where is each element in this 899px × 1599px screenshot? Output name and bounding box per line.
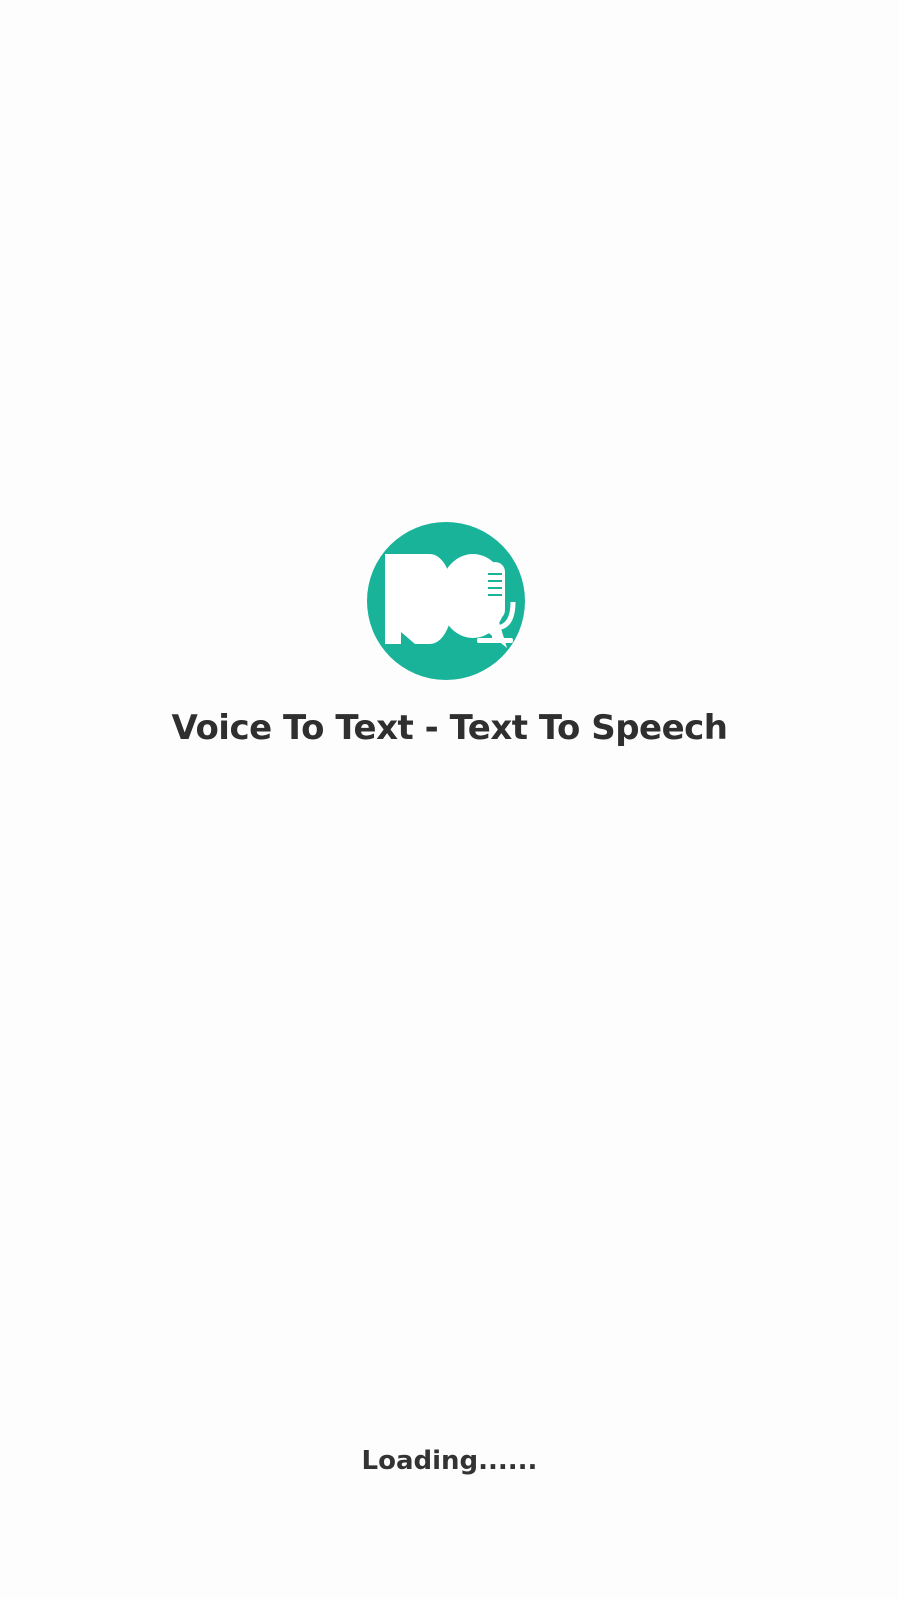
loading-text: Loading......	[361, 1446, 538, 1476]
chat-bubbles-microphone-icon	[367, 522, 525, 680]
app-title: Voice To Text - Text To Speech	[171, 708, 728, 748]
app-logo	[367, 522, 525, 680]
splash-screen: Voice To Text - Text To Speech Loading..…	[0, 0, 899, 1599]
